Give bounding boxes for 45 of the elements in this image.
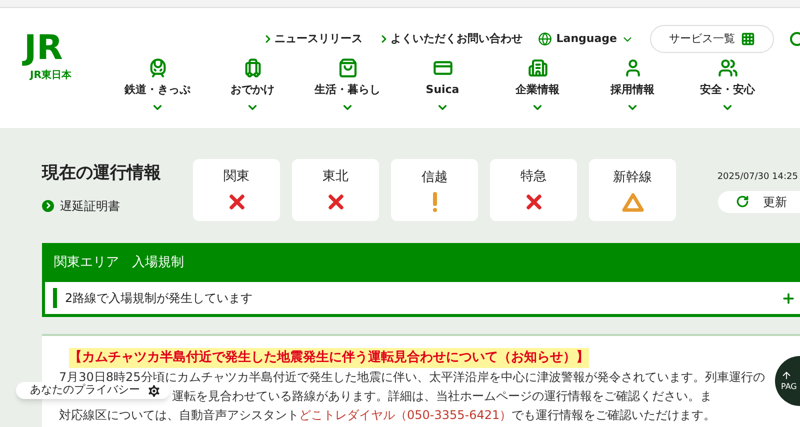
triangle-icon — [622, 192, 644, 212]
refresh-icon — [736, 195, 749, 208]
services-button[interactable]: サービス一覧 — [650, 25, 774, 53]
arrow-up-icon — [781, 370, 792, 380]
area-status-card[interactable]: 特急 — [490, 159, 577, 221]
exclamation-icon — [432, 192, 436, 212]
building-icon — [528, 58, 548, 78]
logo[interactable]: JR — [22, 28, 65, 68]
section-title: 現在の運行情報 — [42, 162, 162, 185]
card-icon — [432, 58, 452, 78]
logo-caption: JR東日本 — [30, 68, 72, 83]
area-status-card[interactable]: 信越 — [391, 159, 478, 221]
nav-item[interactable]: 鉄道・きっぷ — [110, 58, 205, 114]
search-icon[interactable] — [790, 32, 800, 46]
people-icon — [718, 58, 738, 78]
language-button[interactable]: Language — [538, 30, 634, 48]
shopping-bag-icon — [338, 58, 358, 78]
nav-item[interactable]: 安全・安心 — [680, 58, 775, 114]
nav-item[interactable]: 企業情報 — [490, 58, 585, 114]
notice-text: 対応線区については、自動音声アシスタント どこトレダイヤル（050-3355-6421）でも運行情報をご確認いただけます。 — [59, 407, 716, 424]
header-link[interactable]: よくいただくお問い合わせ — [378, 30, 522, 48]
globe-icon — [538, 32, 552, 46]
area-status-card[interactable]: 関東 — [193, 159, 280, 221]
nav-item[interactable]: 採用情報 — [585, 58, 680, 114]
alert-panel-title: 関東エリア 入場規制 — [53, 254, 185, 272]
timestamp: 2025/07/30 14:25 — [717, 171, 798, 184]
area-status-card[interactable]: 新幹線 — [589, 159, 676, 221]
train-icon — [148, 58, 168, 78]
notice-text: 7月30日8時25分頃にカムチャツカ半島付近で発生した地震に伴い、太平洋沿岸を中心に津波警報が発令されています。列車運行の — [59, 369, 765, 384]
nav-item[interactable]: 生活・暮らし — [300, 58, 395, 114]
phone-link[interactable]: どこトレダイヤル（050-3355-6421） — [299, 408, 512, 422]
notice-text: 運転を見合わせている路線があります。詳細は、当社ホームページの運行情報をご確認ください。ま — [172, 388, 712, 405]
delay-certificate-link[interactable]: 遅延証明書 — [42, 196, 193, 214]
nav-item[interactable]: Suica — [395, 58, 490, 114]
privacy-button[interactable]: あなたのプライバシー — [16, 382, 170, 399]
header-link[interactable]: ニュースリリース — [262, 30, 362, 48]
nav-item[interactable]: おでかけ — [205, 58, 300, 114]
grid-icon — [741, 32, 755, 46]
area-status-card[interactable]: 東北 — [292, 159, 379, 221]
plus-icon — [781, 290, 796, 306]
refresh-button[interactable]: 更新 — [718, 190, 800, 212]
suitcase-icon — [242, 58, 262, 78]
settings-icon — [146, 382, 162, 398]
notice-headline: 【カムチャツカ半島付近で発生した地震発生に伴う運転見合わせについて（お知らせ）】 — [69, 348, 589, 368]
alert-row[interactable]: 2路線で入場規制が発生しています — [45, 282, 800, 314]
